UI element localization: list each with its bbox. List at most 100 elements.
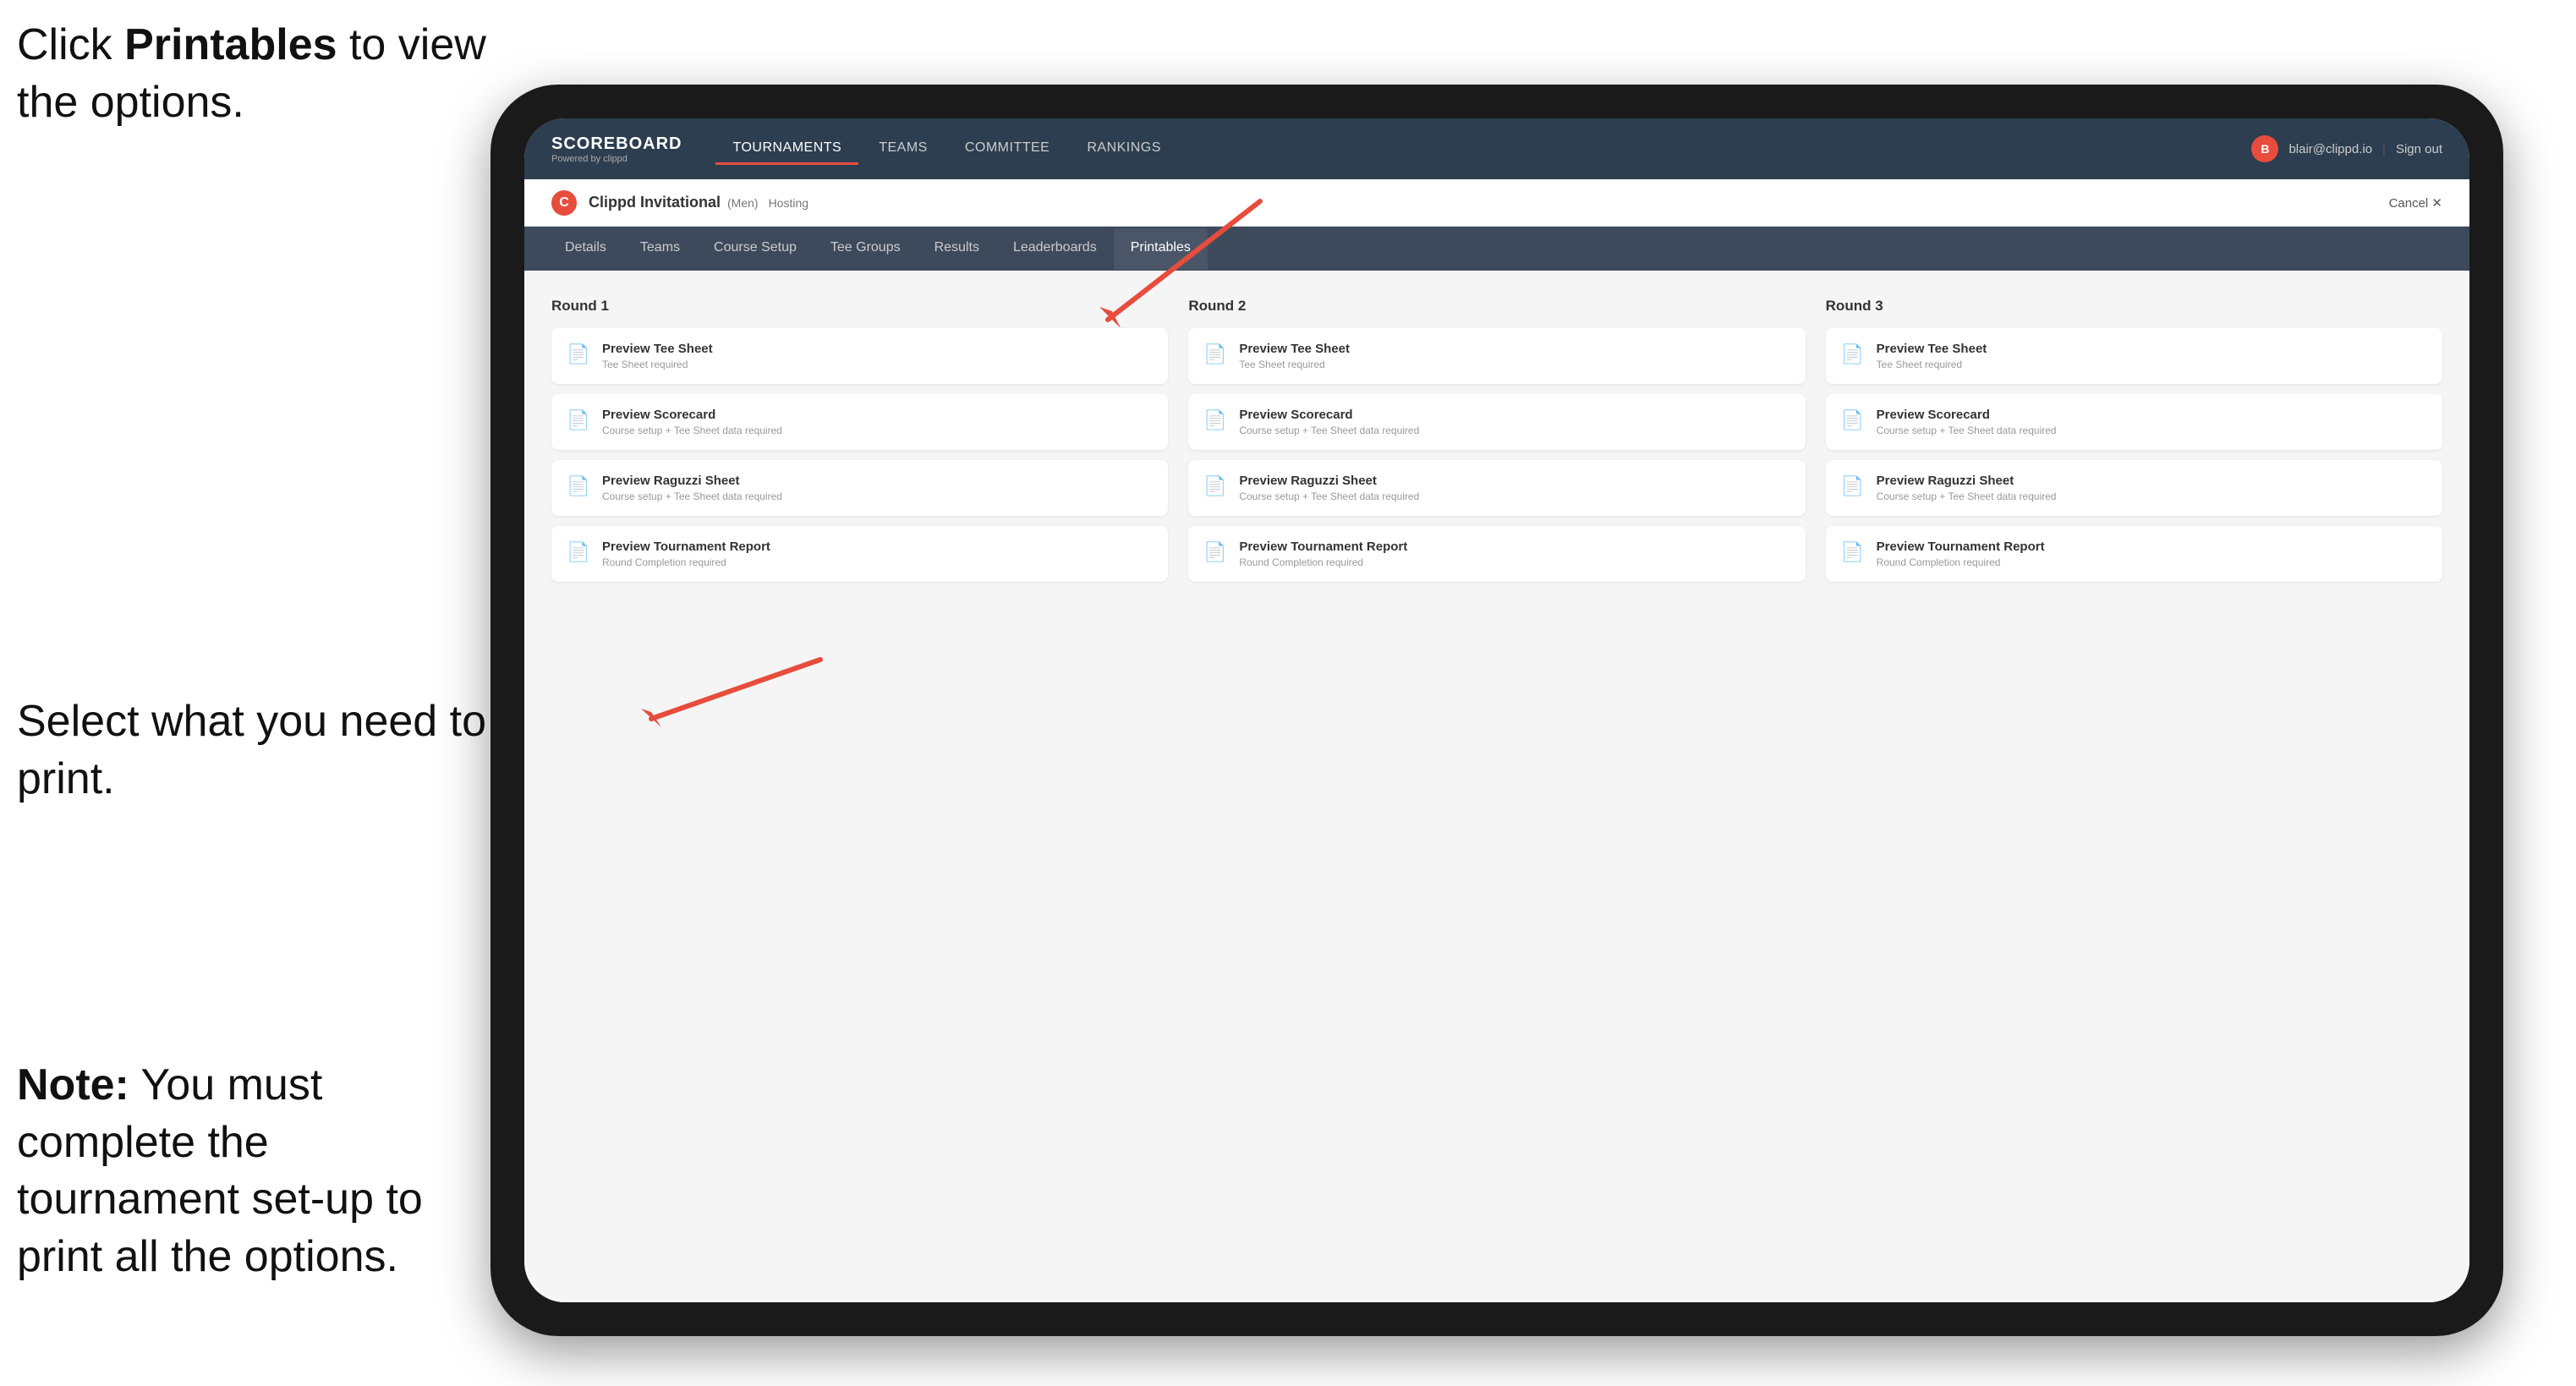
round-3-scorecard-title: Preview Scorecard: [1877, 408, 2427, 422]
round-2-tournament-report-text: Preview Tournament Report Round Completi…: [1239, 540, 1789, 568]
instruction-top: Click Printables to view the options.: [17, 17, 491, 131]
tee-sheet-icon: 📄: [567, 343, 590, 367]
round-2-raguzzi-subtitle: Course setup + Tee Sheet data required: [1239, 490, 1789, 502]
round-2-tee-sheet-text: Preview Tee Sheet Tee Sheet required: [1239, 342, 1789, 370]
logo-title: SCOREBOARD: [551, 134, 682, 154]
scorecard-icon-r3: 📄: [1841, 409, 1865, 433]
round-2-scorecard-card[interactable]: 📄 Preview Scorecard Course setup + Tee S…: [1188, 394, 1805, 450]
instruction-top-text: Click Printables to view the options.: [17, 20, 486, 127]
tab-results[interactable]: Results: [918, 228, 996, 270]
nav-item-teams[interactable]: TEAMS: [862, 134, 945, 165]
round-3-raguzzi-text: Preview Raguzzi Sheet Course setup + Tee…: [1877, 474, 2427, 502]
user-email: blair@clippd.io: [2288, 142, 2372, 156]
round-3-raguzzi-title: Preview Raguzzi Sheet: [1877, 474, 2427, 488]
scorecard-icon: 📄: [567, 409, 590, 433]
round-2-tee-sheet-subtitle: Tee Sheet required: [1239, 359, 1789, 370]
tournament-name: Clippd Invitational: [589, 194, 721, 211]
instruction-middle: Select what you need to print.: [17, 693, 491, 808]
round-3-scorecard-card[interactable]: 📄 Preview Scorecard Course setup + Tee S…: [1826, 394, 2442, 450]
tournament-report-icon-r2: 📄: [1203, 541, 1227, 565]
round-1-tee-sheet-card[interactable]: 📄 Preview Tee Sheet Tee Sheet required: [551, 328, 1168, 384]
tournament-logo: C: [551, 190, 577, 216]
round-2-raguzzi-text: Preview Raguzzi Sheet Course setup + Tee…: [1239, 474, 1789, 502]
round-3-raguzzi-subtitle: Course setup + Tee Sheet data required: [1877, 490, 2427, 502]
round-3-column: Round 3 📄 Preview Tee Sheet Tee Sheet re…: [1826, 298, 2442, 592]
round-1-title: Round 1: [551, 298, 1168, 315]
round-1-tee-sheet-title: Preview Tee Sheet: [602, 342, 1153, 356]
round-3-raguzzi-card[interactable]: 📄 Preview Raguzzi Sheet Course setup + T…: [1826, 460, 2442, 516]
nav-item-committee[interactable]: COMMITTEE: [948, 134, 1067, 165]
round-1-tournament-report-card[interactable]: 📄 Preview Tournament Report Round Comple…: [551, 526, 1168, 582]
tab-bar: Details Teams Course Setup Tee Groups Re…: [524, 227, 2469, 271]
tab-tee-groups[interactable]: Tee Groups: [814, 228, 918, 270]
round-2-tee-sheet-title: Preview Tee Sheet: [1239, 342, 1789, 356]
round-2-tournament-report-card[interactable]: 📄 Preview Tournament Report Round Comple…: [1188, 526, 1805, 582]
note-bold: Note:: [17, 1060, 129, 1109]
round-2-column: Round 2 📄 Preview Tee Sheet Tee Sheet re…: [1188, 298, 1805, 592]
round-3-tee-sheet-text: Preview Tee Sheet Tee Sheet required: [1877, 342, 2427, 370]
round-2-title: Round 2: [1188, 298, 1805, 315]
round-2-raguzzi-title: Preview Raguzzi Sheet: [1239, 474, 1789, 488]
tab-course-setup[interactable]: Course Setup: [697, 228, 814, 270]
round-1-scorecard-title: Preview Scorecard: [602, 408, 1153, 422]
round-3-tournament-report-text: Preview Tournament Report Round Completi…: [1877, 540, 2427, 568]
nav-item-rankings[interactable]: RANKINGS: [1070, 134, 1178, 165]
round-2-tournament-report-title: Preview Tournament Report: [1239, 540, 1789, 554]
round-3-tournament-report-card[interactable]: 📄 Preview Tournament Report Round Comple…: [1826, 526, 2442, 582]
round-1-column: Round 1 📄 Preview Tee Sheet Tee Sheet re…: [551, 298, 1168, 592]
logo-sub: Powered by clippd: [551, 154, 682, 164]
tab-details[interactable]: Details: [548, 228, 623, 270]
tablet-frame: SCOREBOARD Powered by clippd TOURNAMENTS…: [491, 85, 2503, 1336]
round-3-tee-sheet-card[interactable]: 📄 Preview Tee Sheet Tee Sheet required: [1826, 328, 2442, 384]
tab-leaderboards[interactable]: Leaderboards: [996, 228, 1114, 270]
round-2-scorecard-text: Preview Scorecard Course setup + Tee She…: [1239, 408, 1789, 436]
round-1-raguzzi-text: Preview Raguzzi Sheet Course setup + Tee…: [602, 474, 1153, 502]
round-1-scorecard-subtitle: Course setup + Tee Sheet data required: [602, 425, 1153, 436]
tournament-tag: (Men): [727, 196, 759, 210]
raguzzi-icon-r3: 📄: [1841, 475, 1865, 499]
top-nav: SCOREBOARD Powered by clippd TOURNAMENTS…: [524, 118, 2469, 179]
nav-items: TOURNAMENTS TEAMS COMMITTEE RANKINGS: [715, 134, 2251, 165]
round-1-tee-sheet-subtitle: Tee Sheet required: [602, 359, 1153, 370]
scorecard-icon-r2: 📄: [1203, 409, 1227, 433]
rounds-container: Round 1 📄 Preview Tee Sheet Tee Sheet re…: [551, 298, 2442, 592]
raguzzi-icon-r2: 📄: [1203, 475, 1227, 499]
round-1-scorecard-card[interactable]: 📄 Preview Scorecard Course setup + Tee S…: [551, 394, 1168, 450]
round-1-scorecard-text: Preview Scorecard Course setup + Tee She…: [602, 408, 1153, 436]
raguzzi-icon: 📄: [567, 475, 590, 499]
tournament-report-icon-r3: 📄: [1841, 541, 1865, 565]
round-3-tee-sheet-title: Preview Tee Sheet: [1877, 342, 2427, 356]
sign-out-link[interactable]: Sign out: [2396, 142, 2442, 156]
tournament-status: Hosting: [769, 196, 808, 210]
round-3-scorecard-subtitle: Course setup + Tee Sheet data required: [1877, 425, 2427, 436]
round-1-raguzzi-title: Preview Raguzzi Sheet: [602, 474, 1153, 488]
round-1-tournament-report-subtitle: Round Completion required: [602, 556, 1153, 568]
round-2-raguzzi-card[interactable]: 📄 Preview Raguzzi Sheet Course setup + T…: [1188, 460, 1805, 516]
round-3-scorecard-text: Preview Scorecard Course setup + Tee She…: [1877, 408, 2427, 436]
tab-teams[interactable]: Teams: [623, 228, 697, 270]
tab-printables[interactable]: Printables: [1114, 228, 1208, 270]
tee-sheet-icon-r2: 📄: [1203, 343, 1227, 367]
tablet-screen: SCOREBOARD Powered by clippd TOURNAMENTS…: [524, 118, 2469, 1302]
tee-sheet-icon-r3: 📄: [1841, 343, 1865, 367]
round-1-raguzzi-card[interactable]: 📄 Preview Raguzzi Sheet Course setup + T…: [551, 460, 1168, 516]
round-1-tournament-report-title: Preview Tournament Report: [602, 540, 1153, 554]
round-2-scorecard-subtitle: Course setup + Tee Sheet data required: [1239, 425, 1789, 436]
nav-divider: |: [2382, 142, 2386, 156]
nav-item-tournaments[interactable]: TOURNAMENTS: [715, 134, 858, 165]
round-1-tournament-report-text: Preview Tournament Report Round Completi…: [602, 540, 1153, 568]
logo-area: SCOREBOARD Powered by clippd: [551, 134, 682, 164]
cancel-button[interactable]: Cancel ✕: [2389, 195, 2442, 211]
instruction-bottom: Note: You must complete the tournament s…: [17, 1057, 491, 1285]
round-1-raguzzi-subtitle: Course setup + Tee Sheet data required: [602, 490, 1153, 502]
round-3-title: Round 3: [1826, 298, 2442, 315]
round-1-tee-sheet-text: Preview Tee Sheet Tee Sheet required: [602, 342, 1153, 370]
round-3-tournament-report-subtitle: Round Completion required: [1877, 556, 2427, 568]
round-2-tee-sheet-card[interactable]: 📄 Preview Tee Sheet Tee Sheet required: [1188, 328, 1805, 384]
nav-right: B blair@clippd.io | Sign out: [2251, 135, 2442, 162]
tournament-report-icon: 📄: [567, 541, 590, 565]
user-avatar: B: [2251, 135, 2278, 162]
content-area: Round 1 📄 Preview Tee Sheet Tee Sheet re…: [524, 271, 2469, 1302]
tournament-bar: C Clippd Invitational (Men) Hosting Canc…: [524, 179, 2469, 227]
round-3-tournament-report-title: Preview Tournament Report: [1877, 540, 2427, 554]
